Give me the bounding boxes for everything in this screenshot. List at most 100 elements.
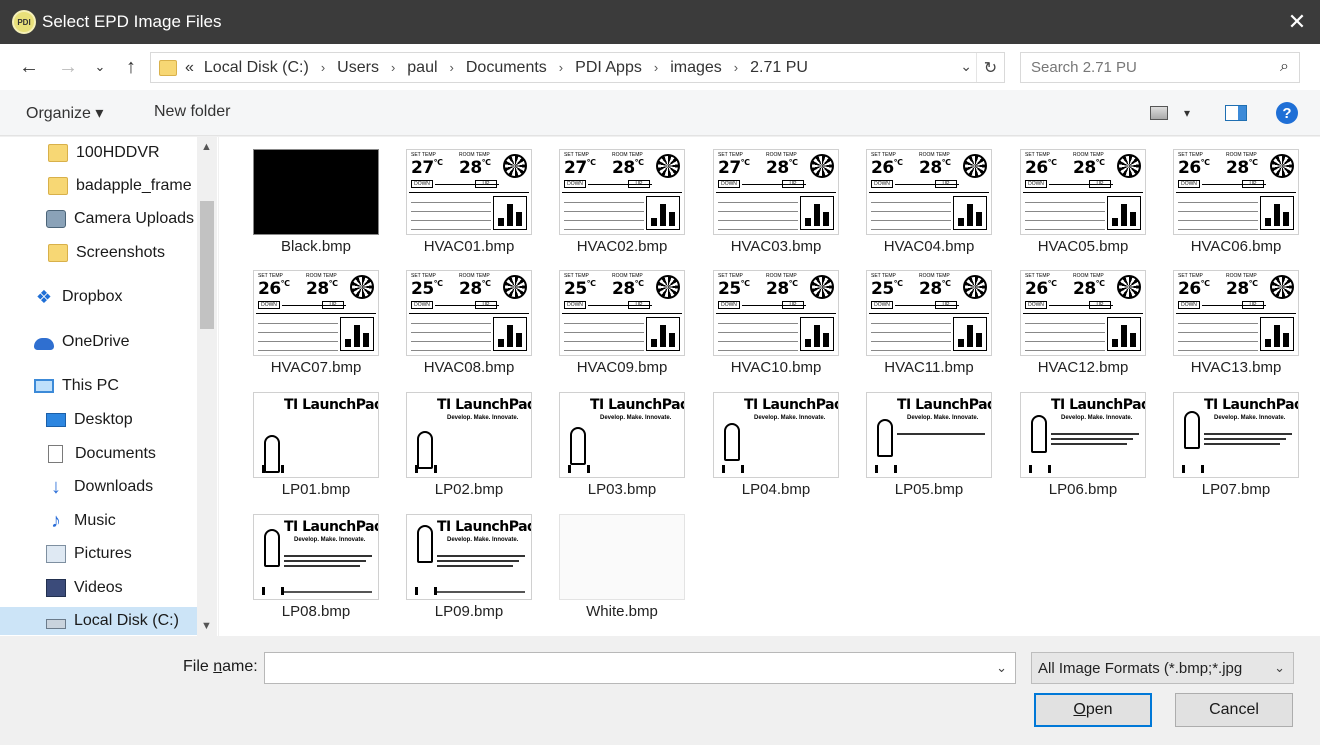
- chevron-right-icon[interactable]: ›: [450, 60, 454, 75]
- hvac-up-label: UP: [1242, 301, 1264, 309]
- chevron-right-icon[interactable]: ›: [734, 60, 738, 75]
- refresh-icon[interactable]: ↻: [976, 53, 1004, 82]
- view-options-dropdown-icon[interactable]: ▾: [1184, 106, 1190, 120]
- scroll-down-icon[interactable]: ▼: [201, 620, 212, 632]
- file-item[interactable]: SET TEMP ROOM TEMP 26°C 28°C DOWN UP HVAC06.bm…: [1157, 137, 1305, 255]
- sidebar-item-onedrive[interactable]: OneDrive: [0, 328, 198, 356]
- hvac-down-label: DOWN: [1178, 301, 1200, 309]
- file-item[interactable]: TI LaunchPad Develop. Make. Innovate. LP08…: [237, 502, 385, 620]
- navigation-scrollbar[interactable]: ▲ ▼: [197, 137, 217, 636]
- address-bar[interactable]: « Local Disk (C:) › Users › paul › Docum…: [150, 52, 1005, 83]
- hvac-controls: DOWN UP: [411, 301, 529, 310]
- breadcrumb-pdi-apps[interactable]: PDI Apps: [575, 59, 642, 77]
- sidebar-item-badapple-frame[interactable]: badapple_frame: [0, 172, 198, 200]
- file-type-select[interactable]: All Image Formats (*.bmp;*.jpg ⌄: [1031, 652, 1294, 684]
- file-item[interactable]: SET TEMP ROOM TEMP 26°C 28°C DOWN UP HVAC04.bm…: [850, 137, 998, 255]
- open-button[interactable]: Open: [1034, 693, 1152, 727]
- sidebar-item-local-disk[interactable]: Local Disk (C:): [0, 607, 198, 635]
- up-arrow-icon[interactable]: ↑: [118, 54, 144, 80]
- file-item[interactable]: TI LaunchPad LP01.bmp: [237, 380, 385, 498]
- breadcrumb-documents[interactable]: Documents: [466, 59, 547, 77]
- breadcrumb-paul[interactable]: paul: [407, 59, 437, 77]
- breadcrumb-overflow[interactable]: «: [185, 59, 194, 77]
- chevron-down-icon[interactable]: ⌄: [1274, 660, 1285, 676]
- cancel-button[interactable]: Cancel: [1175, 693, 1293, 727]
- file-item[interactable]: TI LaunchPad Develop. Make. Innovate. LP09…: [390, 502, 538, 620]
- sidebar-item-screenshots[interactable]: Screenshots: [0, 239, 198, 267]
- file-item[interactable]: SET TEMP ROOM TEMP 26°C 28°C DOWN UP HVAC12.bm…: [1004, 258, 1152, 376]
- chevron-down-icon[interactable]: ⌄: [996, 660, 1007, 676]
- hvac-room-temp: 28°C: [612, 279, 644, 299]
- chevron-right-icon[interactable]: ›: [321, 60, 325, 75]
- file-list-pane[interactable]: Black.bmp SET TEMP ROOM TEMP 27°C 28°C DOWN UP…: [219, 137, 1320, 636]
- hvac-stats: [869, 313, 989, 353]
- recent-locations-chevron-icon[interactable]: ⌄: [90, 54, 110, 80]
- search-input[interactable]: Search 2.71 PU ⌕: [1020, 52, 1300, 83]
- scrollbar-thumb[interactable]: [200, 201, 214, 329]
- file-item[interactable]: TI LaunchPad Develop. Make. Innovate. LP07…: [1157, 380, 1305, 498]
- chevron-right-icon[interactable]: ›: [391, 60, 395, 75]
- file-item[interactable]: White.bmp: [543, 502, 691, 620]
- lp-title: TI LaunchPad: [897, 397, 992, 413]
- hvac-stat-rows: [871, 317, 951, 353]
- file-item[interactable]: TI LaunchPad Develop. Make. Innovate. LP02…: [390, 380, 538, 498]
- hvac-down-label: DOWN: [564, 180, 586, 188]
- breadcrumb-local-disk[interactable]: Local Disk (C:): [204, 59, 309, 77]
- bar-chart-icon: [1107, 317, 1141, 351]
- change-view-button[interactable]: [1150, 102, 1168, 124]
- file-name-input[interactable]: ⌄: [264, 652, 1016, 684]
- file-item[interactable]: SET TEMP ROOM TEMP 25°C 28°C DOWN UP HVAC11.bm…: [850, 258, 998, 376]
- file-item[interactable]: Black.bmp: [237, 137, 385, 255]
- breadcrumb-users[interactable]: Users: [337, 59, 379, 77]
- search-icon[interactable]: ⌕: [1280, 58, 1289, 76]
- back-arrow-icon[interactable]: ←: [16, 54, 42, 80]
- file-item[interactable]: SET TEMP ROOM TEMP 25°C 28°C DOWN UP HVAC09.bm…: [543, 258, 691, 376]
- sidebar-item-music[interactable]: ♪ Music: [0, 507, 198, 535]
- file-item[interactable]: SET TEMP ROOM TEMP 27°C 28°C DOWN UP HVAC02.bm…: [543, 137, 691, 255]
- sidebar-item-100hddvr[interactable]: 100HDDVR: [0, 139, 198, 167]
- file-thumbnail: TI LaunchPad Develop. Make. Innovate.: [406, 514, 532, 600]
- new-folder-button[interactable]: New folder: [154, 103, 230, 121]
- lp-subtitle: Develop. Make. Innovate.: [754, 415, 826, 421]
- file-item[interactable]: TI LaunchPad Develop. Make. Innovate. LP06…: [1004, 380, 1152, 498]
- help-button[interactable]: ?: [1276, 102, 1298, 124]
- file-item[interactable]: SET TEMP ROOM TEMP 26°C 28°C DOWN UP HVAC05.bm…: [1004, 137, 1152, 255]
- folder-icon: [48, 177, 68, 195]
- sidebar-item-dropbox[interactable]: ❖ Dropbox: [0, 283, 198, 311]
- breadcrumb-images[interactable]: images: [670, 59, 722, 77]
- file-item[interactable]: SET TEMP ROOM TEMP 27°C 28°C DOWN UP HVAC03.bm…: [697, 137, 845, 255]
- file-name: LP07.bmp: [1201, 481, 1271, 498]
- forward-arrow-icon[interactable]: →: [55, 54, 81, 80]
- sidebar-item-desktop[interactable]: Desktop: [0, 406, 198, 434]
- preview-pane-button[interactable]: [1225, 102, 1247, 124]
- file-item[interactable]: TI LaunchPad Develop. Make. Innovate. LP03…: [543, 380, 691, 498]
- file-item[interactable]: TI LaunchPad Develop. Make. Innovate. LP04…: [697, 380, 845, 498]
- file-item[interactable]: TI LaunchPad Develop. Make. Innovate. LP05…: [850, 380, 998, 498]
- chevron-right-icon[interactable]: ›: [559, 60, 563, 75]
- file-item[interactable]: SET TEMP ROOM TEMP 25°C 28°C DOWN UP HVAC10.bm…: [697, 258, 845, 376]
- file-item[interactable]: SET TEMP ROOM TEMP 27°C 28°C DOWN UP HVAC01.bm…: [390, 137, 538, 255]
- scroll-up-icon[interactable]: ▲: [201, 141, 212, 153]
- sidebar-item-downloads[interactable]: ↓ Downloads: [0, 473, 198, 501]
- sidebar-item-videos[interactable]: Videos: [0, 574, 198, 602]
- sidebar-item-this-pc[interactable]: This PC: [0, 372, 198, 400]
- lp-title: TI LaunchPad: [284, 519, 379, 535]
- sidebar-item-documents[interactable]: Documents: [0, 440, 198, 468]
- file-item[interactable]: SET TEMP ROOM TEMP 25°C 28°C DOWN UP HVAC08.bm…: [390, 258, 538, 376]
- sidebar-item-label: Documents: [75, 445, 156, 462]
- file-name: LP08.bmp: [281, 603, 351, 620]
- rocket-icon: [260, 529, 284, 595]
- sidebar-item-camera-uploads[interactable]: Camera Uploads: [0, 205, 198, 233]
- hvac-stat-rows: [718, 317, 798, 353]
- chevron-down-icon[interactable]: ⌄: [960, 58, 972, 75]
- breadcrumb-current-folder[interactable]: 2.71 PU: [750, 59, 808, 77]
- fan-icon: [1270, 154, 1294, 178]
- close-icon[interactable]: ✕: [1274, 0, 1320, 44]
- organize-button[interactable]: Organize ▾: [26, 103, 103, 123]
- hvac-stat-rows: [411, 317, 491, 353]
- file-item[interactable]: SET TEMP ROOM TEMP 26°C 28°C DOWN UP HVAC07.bm…: [237, 258, 385, 376]
- hvac-up-label: UP: [628, 301, 650, 309]
- file-item[interactable]: SET TEMP ROOM TEMP 26°C 28°C DOWN UP HVAC13.bm…: [1157, 258, 1305, 376]
- sidebar-item-pictures[interactable]: Pictures: [0, 540, 198, 568]
- chevron-right-icon[interactable]: ›: [654, 60, 658, 75]
